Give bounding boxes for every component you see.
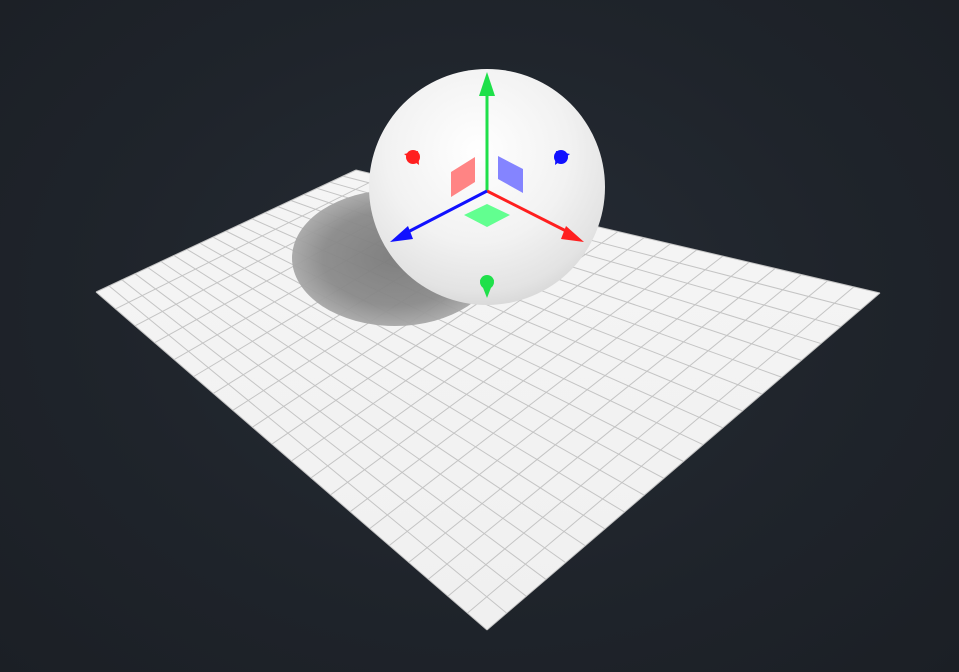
negative-z-marker-cap: [554, 150, 568, 164]
negative-y-marker-cap: [480, 275, 494, 289]
3d-viewport[interactable]: [0, 0, 959, 672]
scene-canvas[interactable]: [0, 0, 959, 672]
negative-x-marker-cap: [406, 150, 420, 164]
